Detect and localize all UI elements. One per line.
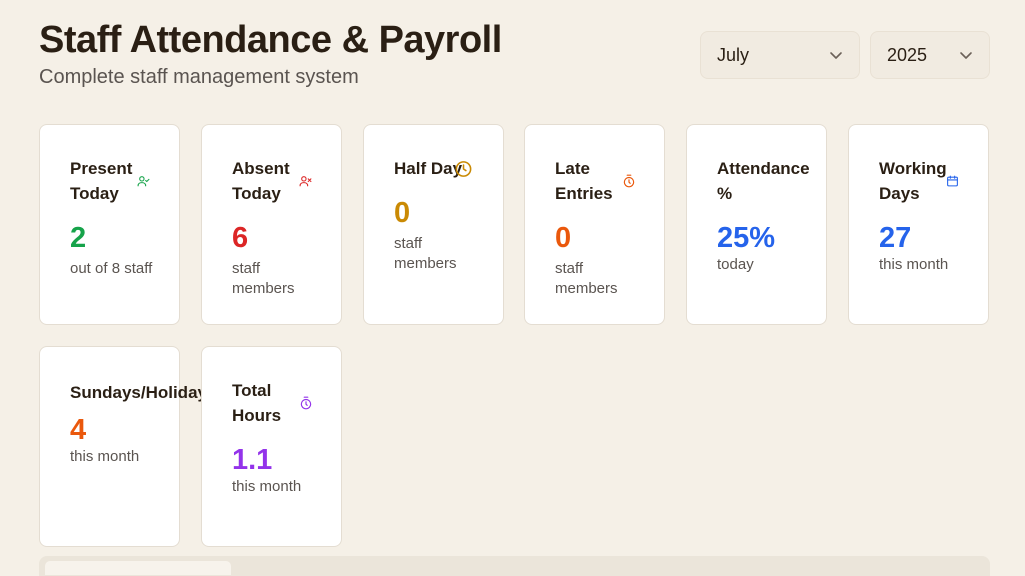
stat-card-late-entries: Late Entries 0 staff members bbox=[524, 124, 665, 325]
month-select-value: July bbox=[717, 44, 750, 65]
card-value: 27 bbox=[879, 222, 912, 254]
card-subtext: this month bbox=[879, 256, 949, 273]
chevron-down-icon bbox=[829, 48, 843, 62]
stat-card-working-days: Working Days 27 this month bbox=[848, 124, 989, 325]
stat-card-absent-today: Absent Today 6 staff members bbox=[201, 124, 342, 325]
page-header: Staff Attendance & Payroll Complete staf… bbox=[39, 18, 502, 89]
stat-card-total-hours: Total Hours 1.1 this month bbox=[201, 346, 342, 547]
card-value: 4 bbox=[70, 414, 87, 446]
card-subtext: out of 8 staff bbox=[70, 260, 153, 277]
card-value: 25% bbox=[717, 222, 776, 254]
card-title: Absent Today bbox=[232, 159, 290, 203]
year-select-value: 2025 bbox=[887, 44, 928, 65]
calendar-icon bbox=[946, 175, 959, 188]
card-value: 1.1 bbox=[232, 444, 273, 476]
clock-icon bbox=[454, 159, 473, 178]
timer-icon bbox=[299, 396, 313, 410]
card-value: 0 bbox=[555, 222, 572, 254]
card-title: Half Day bbox=[394, 159, 463, 178]
card-subtext: this month bbox=[70, 448, 140, 465]
stat-card-sundays-holidays: Sundays/Holidays 4 this month bbox=[39, 346, 216, 547]
card-subtext: staff members bbox=[232, 260, 295, 297]
card-value: 2 bbox=[70, 222, 87, 254]
user-check-icon bbox=[137, 175, 150, 188]
card-title: Sundays/Holidays bbox=[70, 383, 217, 402]
page-title: Staff Attendance & Payroll bbox=[39, 19, 502, 61]
month-select[interactable]: July bbox=[700, 31, 860, 79]
stat-card-present-today: Present Today 2 out of 8 staff bbox=[39, 124, 180, 325]
stat-card-half-day: Half Day 0 staff members bbox=[363, 124, 504, 325]
tab-active[interactable] bbox=[45, 561, 231, 575]
year-select[interactable]: 2025 bbox=[870, 31, 990, 79]
timer-icon bbox=[622, 174, 636, 188]
page-subtitle: Complete staff management system bbox=[39, 66, 359, 88]
card-title: Working Days bbox=[879, 159, 947, 203]
user-x-icon bbox=[299, 175, 312, 188]
card-title: Attendance % bbox=[717, 159, 810, 203]
card-title: Late Entries bbox=[555, 159, 613, 203]
card-title: Total Hours bbox=[232, 381, 282, 425]
card-value: 6 bbox=[232, 222, 249, 254]
stat-card-attendance-percent: Attendance % 25% today bbox=[686, 124, 827, 325]
chevron-down-icon bbox=[959, 48, 973, 62]
card-value: 0 bbox=[394, 197, 411, 229]
card-title: Present Today bbox=[70, 159, 133, 203]
card-subtext: this month bbox=[232, 478, 302, 495]
card-subtext: today bbox=[717, 256, 754, 273]
card-subtext: staff members bbox=[394, 235, 457, 272]
card-subtext: staff members bbox=[555, 260, 618, 297]
